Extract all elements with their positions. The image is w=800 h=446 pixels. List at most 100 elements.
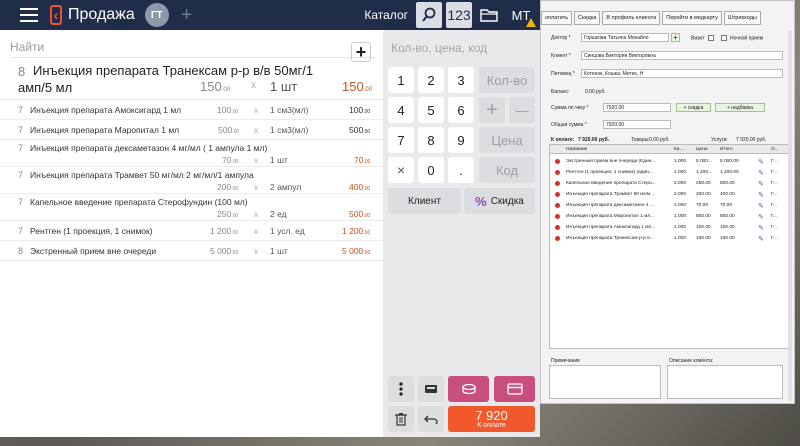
delete-row-icon[interactable] — [555, 225, 560, 230]
add-doctor-button[interactable]: + — [671, 33, 680, 42]
edit-pencil-icon[interactable]: ✎ — [758, 180, 764, 188]
trash-icon[interactable] — [388, 406, 414, 432]
visit-checkbox[interactable]: Визит — [691, 35, 714, 41]
cart-item[interactable]: 7 Инъекция препарата Амоксигард 1 мл 100… — [0, 100, 383, 120]
col-qty[interactable]: Ка... — [674, 147, 683, 152]
col-total[interactable]: Итого — [720, 147, 733, 152]
grid-cell: 1.000 — [674, 214, 687, 219]
cart-item[interactable]: 8 Инъекция препарата Транексам р-р в/в 5… — [0, 62, 383, 100]
edit-pencil-icon[interactable]: ✎ — [758, 169, 764, 177]
plus-button[interactable]: + — [479, 97, 505, 123]
edit-pencil-icon[interactable]: ✎ — [758, 191, 764, 199]
col-price[interactable]: Цена — [696, 147, 708, 152]
key-6[interactable]: 6 — [448, 97, 474, 123]
keypad-input-placeholder[interactable]: Кол-во, цена, код — [391, 41, 487, 55]
col-name[interactable]: Название — [566, 147, 587, 152]
numeric-mode-button[interactable]: 123 — [446, 2, 472, 28]
pay-toolbar-button[interactable]: оплатить — [541, 11, 573, 25]
key-1[interactable]: 1 — [388, 67, 414, 93]
delete-row-icon[interactable] — [555, 192, 560, 197]
pet-field[interactable]: Котенок, Кошка, Метис, Н — [581, 69, 783, 78]
delete-row-icon[interactable] — [555, 214, 560, 219]
client-button[interactable]: Клиент — [388, 188, 461, 214]
minus-button[interactable]: — — [509, 97, 535, 123]
medcard-button[interactable]: Перейти в медкарту — [662, 11, 722, 25]
delete-row-icon[interactable] — [555, 159, 560, 164]
search-icon[interactable] — [416, 2, 442, 28]
grid-row[interactable]: Инъекция препарата дексаметазон 4 ... 1.0… — [550, 201, 788, 211]
services-value: 7 920.00 руб. — [736, 137, 767, 143]
grid-row[interactable]: Рентген (1 проекция, 1 снимок) (един... 1… — [550, 168, 788, 178]
barcodes-button[interactable]: Штрихкоды — [723, 11, 761, 25]
col-other[interactable]: О... — [771, 147, 779, 152]
edit-pencil-icon[interactable]: ✎ — [758, 235, 764, 243]
edit-pencil-icon[interactable]: ✎ — [758, 213, 764, 221]
night-checkbox[interactable]: Ночной прием — [721, 35, 763, 41]
key-2[interactable]: 2 — [418, 67, 444, 93]
top-bar: ‹ Продажа ГТ + Каталог 123 МТ — [0, 0, 540, 30]
more-menu-icon[interactable] — [388, 376, 414, 402]
cart-item[interactable]: 7 Инъекция препарата дексаметазон 4 мг/м… — [0, 140, 383, 167]
client-profile-button[interactable]: В профиль клиента — [602, 11, 661, 25]
client-field[interactable]: Синцова Виктория Викторовна — [581, 51, 783, 60]
add-tab-icon[interactable]: + — [181, 4, 193, 27]
folder-icon[interactable] — [476, 2, 502, 28]
delete-row-icon[interactable] — [555, 181, 560, 186]
total-field[interactable]: 7920.00 — [603, 120, 671, 129]
pay-button[interactable]: 7 920 К оплате — [448, 406, 535, 432]
clear-key[interactable]: × — [388, 157, 414, 183]
catalog-link[interactable]: Каталог — [364, 8, 408, 22]
delete-row-icon[interactable] — [555, 170, 560, 175]
grid-cell: Инъекция препарата Трамвет 50 мг/м... — [566, 192, 654, 197]
grid-row[interactable]: Капельное введение препарата Стеро... 2.0… — [550, 179, 788, 189]
notes-field[interactable] — [549, 365, 661, 399]
cart-item[interactable]: 7 Рентген (1 проекция, 1 снимок) 1 200.0… — [0, 221, 383, 241]
add-discount-button[interactable]: + скидка — [676, 103, 711, 112]
key-4[interactable]: 4 — [388, 97, 414, 123]
card-payment-icon[interactable] — [494, 376, 535, 402]
edit-pencil-icon[interactable]: ✎ — [758, 202, 764, 210]
doctor-field[interactable]: Горшкова Татьяна Михайло — [581, 33, 669, 42]
key-9[interactable]: 9 — [448, 127, 474, 153]
cart-item[interactable]: 7 Капельное введение препарата Стерофунд… — [0, 194, 383, 221]
scrollbar[interactable] — [788, 31, 792, 401]
grid-row[interactable]: Инъекция препарата Маропитал 1 мл... 1.00… — [550, 212, 788, 222]
add-item-button[interactable]: + — [351, 42, 371, 62]
delete-row-icon[interactable] — [555, 236, 560, 241]
menu-icon[interactable] — [20, 8, 38, 22]
undo-icon[interactable] — [418, 406, 444, 432]
search-input[interactable]: Найти + — [10, 38, 375, 62]
grid-row[interactable]: Инъекция препарата Трамвет 50 мг/м... 2.0… — [550, 190, 788, 200]
key-0[interactable]: 0 — [418, 157, 444, 183]
cash-payment-icon[interactable] — [448, 376, 489, 402]
cash-drawer-icon[interactable] — [418, 376, 444, 402]
back-chevron-icon[interactable]: ‹ — [50, 5, 62, 25]
cart-item[interactable]: 8 Экстренный прием вне очереди 5 000.00 … — [0, 241, 383, 261]
add-markup-button[interactable]: + надбавка — [715, 103, 765, 112]
grid-row[interactable]: Инъекция препарата Амоксигард 1 мл... 1.0… — [550, 223, 788, 233]
code-button[interactable]: Код — [479, 157, 535, 183]
cart-item[interactable]: 7 Инъекция препарата Маропитал 1 мл 500.… — [0, 120, 383, 140]
key-dot[interactable]: . — [448, 157, 474, 183]
key-7[interactable]: 7 — [388, 127, 414, 153]
edit-pencil-icon[interactable]: ✎ — [758, 158, 764, 166]
discount-toolbar-button[interactable]: Скидка — [574, 11, 601, 25]
avatar[interactable]: ГТ — [144, 3, 169, 27]
grid-row[interactable]: Экстренный прием вне очереди (Един... 1.0… — [550, 157, 788, 167]
discount-button[interactable]: % Скидка — [464, 188, 535, 214]
grid-header: Название Ка... Цена Итого О... — [550, 145, 788, 154]
key-8[interactable]: 8 — [418, 127, 444, 153]
sum-check-field[interactable]: 7920.00 — [603, 103, 671, 112]
user-button[interactable]: МТ — [506, 2, 536, 28]
services-grid: Название Ка... Цена Итого О... Экстренны… — [549, 144, 789, 349]
price-button[interactable]: Цена — [479, 127, 535, 153]
key-5[interactable]: 5 — [418, 97, 444, 123]
grid-cell: 1.000 — [674, 170, 687, 175]
client-desc-field[interactable] — [667, 365, 783, 399]
qty-button[interactable]: Кол-во — [479, 67, 535, 93]
delete-row-icon[interactable] — [555, 203, 560, 208]
grid-row[interactable]: Инъекция препарата Транексам р-р в... 1.0… — [550, 234, 788, 244]
key-3[interactable]: 3 — [448, 67, 474, 93]
edit-pencil-icon[interactable]: ✎ — [758, 224, 764, 232]
cart-item[interactable]: 7 Инъекция препарата Трамвет 50 мг/мл 2 … — [0, 167, 383, 194]
